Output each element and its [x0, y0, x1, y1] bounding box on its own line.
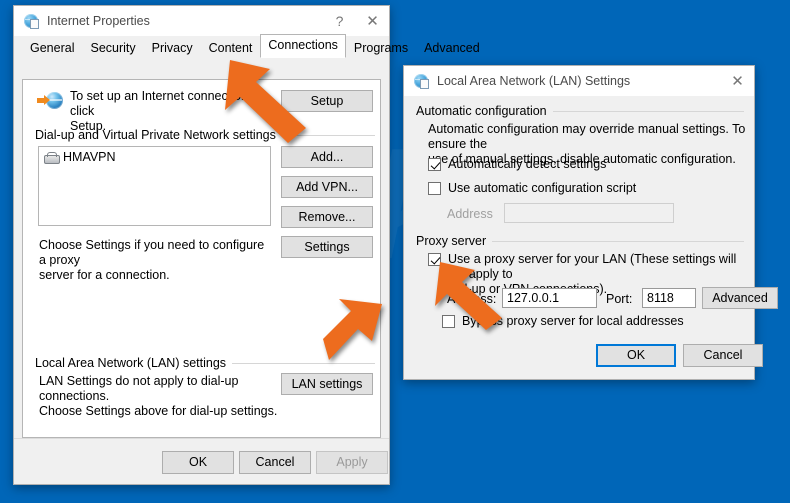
- lan-settings-body: Automatic configuration Automatic config…: [414, 104, 778, 329]
- apply-button: Apply: [316, 451, 388, 474]
- lan-group-rule: [232, 362, 375, 364]
- cancel-button[interactable]: Cancel: [683, 344, 763, 367]
- modem-icon: [44, 152, 60, 164]
- cancel-button[interactable]: Cancel: [239, 451, 311, 474]
- automatic-configuration-label-text: Automatic configuration: [416, 104, 547, 118]
- internet-properties-title: Internet Properties: [47, 14, 150, 28]
- tabstrip: General Security Privacy Content Connect…: [14, 34, 480, 59]
- globe-arrow-icon: [37, 91, 63, 113]
- dialup-group-label-text: Dial-up and Virtual Private Network sett…: [35, 128, 276, 142]
- setup-description-line1: To set up an Internet connection, click: [70, 89, 252, 118]
- lan-hint: LAN Settings do not apply to dial-up con…: [39, 374, 284, 419]
- use-automatic-configuration-script-checkbox[interactable]: Use automatic configuration script: [428, 181, 636, 196]
- tab-connections[interactable]: Connections: [260, 34, 346, 58]
- tab-security[interactable]: Security: [82, 37, 143, 59]
- ok-button[interactable]: OK: [162, 451, 234, 474]
- remove-button[interactable]: Remove...: [281, 206, 373, 228]
- dialup-hint-line2: server for a connection.: [39, 268, 170, 282]
- list-item[interactable]: HMAVPN: [39, 147, 270, 164]
- auto-config-desc-line1: Automatic configuration may override man…: [428, 122, 746, 151]
- proxy-port-field[interactable]: 8118: [642, 288, 696, 308]
- dialup-connections-listbox[interactable]: HMAVPN: [38, 146, 271, 226]
- close-icon[interactable]: ✕: [356, 6, 389, 36]
- tab-content[interactable]: Content: [201, 37, 261, 59]
- proxy-address-label: Address:: [447, 292, 497, 306]
- automatic-configuration-group-label: Automatic configuration: [416, 104, 744, 118]
- lan-settings-titlebar: Local Area Network (LAN) Settings ✕: [404, 66, 754, 96]
- use-proxy-server-label-line1: Use a proxy server for your LAN (These s…: [448, 252, 737, 281]
- add-vpn-button[interactable]: Add VPN...: [281, 176, 373, 198]
- tab-privacy[interactable]: Privacy: [144, 37, 201, 59]
- lan-settings-icon: [413, 73, 430, 90]
- proxy-server-label-text: Proxy server: [416, 234, 487, 248]
- tab-programs[interactable]: Programs: [346, 37, 416, 59]
- list-item-label: HMAVPN: [63, 150, 116, 164]
- internet-properties-titlebar: Internet Properties ? ✕: [14, 6, 389, 36]
- dialup-hint: Choose Settings if you need to configure…: [39, 238, 274, 283]
- dialup-group-label: Dial-up and Virtual Private Network sett…: [35, 128, 375, 142]
- checkbox-icon[interactable]: [428, 158, 441, 171]
- connections-tab-page: To set up an Internet connection, click …: [22, 79, 381, 438]
- internet-properties-footer: OK Cancel Apply: [14, 438, 389, 484]
- settings-button[interactable]: Settings: [281, 236, 373, 258]
- internet-properties-icon: [23, 13, 40, 30]
- close-icon[interactable]: ✕: [721, 66, 754, 96]
- lan-hint-line2: Choose Settings above for dial-up settin…: [39, 404, 278, 418]
- setup-button[interactable]: Setup: [281, 90, 373, 112]
- checkbox-icon[interactable]: [428, 253, 441, 266]
- lan-settings-footer: OK Cancel: [404, 329, 763, 379]
- automatic-configuration-rule: [552, 110, 744, 112]
- lan-group-label-text: Local Area Network (LAN) settings: [35, 356, 227, 370]
- dialup-group-rule: [281, 134, 375, 136]
- help-button[interactable]: ?: [323, 6, 356, 36]
- auto-config-address-field: [504, 203, 674, 223]
- proxy-server-group-label: Proxy server: [416, 234, 744, 248]
- use-automatic-configuration-script-label: Use automatic configuration script: [448, 181, 637, 195]
- lan-settings-title: Local Area Network (LAN) Settings: [437, 74, 631, 88]
- checkbox-icon[interactable]: [442, 315, 455, 328]
- internet-properties-dialog: Internet Properties ? ✕ General Security…: [13, 5, 480, 485]
- automatically-detect-settings-checkbox[interactable]: Automatically detect settings: [428, 157, 606, 172]
- tab-advanced[interactable]: Advanced: [416, 37, 488, 59]
- tab-general[interactable]: General: [22, 37, 82, 59]
- bypass-proxy-checkbox[interactable]: Bypass proxy server for local addresses: [442, 314, 684, 329]
- ok-button[interactable]: OK: [596, 344, 676, 367]
- dialup-hint-line1: Choose Settings if you need to configure…: [39, 238, 265, 267]
- lan-settings-dialog: Local Area Network (LAN) Settings ✕ Auto…: [403, 65, 778, 380]
- add-button[interactable]: Add...: [281, 146, 373, 168]
- automatically-detect-settings-label: Automatically detect settings: [448, 157, 607, 171]
- lan-hint-line1: LAN Settings do not apply to dial-up con…: [39, 374, 239, 403]
- checkbox-icon[interactable]: [428, 182, 441, 195]
- bypass-proxy-label: Bypass proxy server for local addresses: [462, 314, 684, 328]
- lan-group-label: Local Area Network (LAN) settings: [35, 356, 375, 370]
- proxy-address-field[interactable]: 127.0.0.1: [502, 288, 597, 308]
- proxy-server-rule: [492, 240, 744, 242]
- advanced-button[interactable]: Advanced: [702, 287, 778, 309]
- auto-config-address-label: Address: [447, 207, 493, 221]
- proxy-port-label: Port:: [606, 292, 633, 306]
- lan-settings-button[interactable]: LAN settings: [281, 373, 373, 395]
